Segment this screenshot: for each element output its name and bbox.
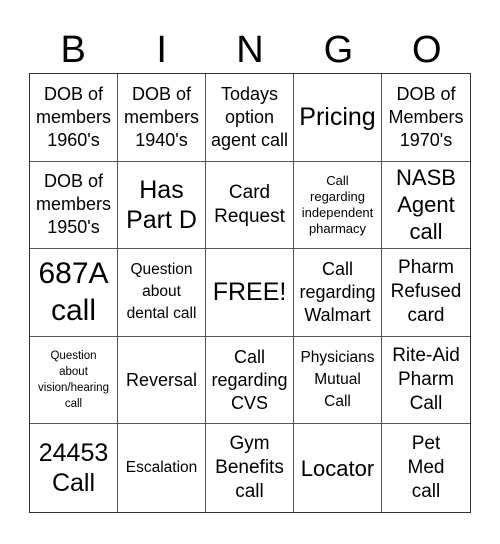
- bingo-cell-free[interactable]: FREE!: [206, 249, 294, 337]
- bingo-grid: DOB of members 1960's DOB of members 194…: [29, 73, 471, 513]
- bingo-cell[interactable]: DOB of members 1950's: [30, 161, 118, 250]
- bingo-cell[interactable]: 24453 Call: [30, 424, 118, 512]
- bingo-cell[interactable]: Call regarding independent pharmacy: [294, 161, 382, 250]
- bingo-cell[interactable]: DOB of members 1940's: [118, 74, 206, 162]
- bingo-cell[interactable]: Rite-Aid Pharm Call: [382, 337, 470, 425]
- bingo-cell[interactable]: Has Part D: [118, 161, 206, 250]
- bingo-cell[interactable]: Pet Med call: [382, 424, 470, 512]
- bingo-cell[interactable]: Todays option agent call: [206, 74, 294, 162]
- bingo-cell[interactable]: Gym Benefits call: [206, 424, 294, 512]
- bingo-cell[interactable]: Question about vision/hearing call: [30, 336, 118, 425]
- bingo-header: B I N G O: [29, 28, 471, 73]
- bingo-cell[interactable]: Reversal: [118, 336, 206, 425]
- bingo-cell[interactable]: Pharm Refused card: [382, 249, 470, 337]
- bingo-cell[interactable]: NASB Agent call: [382, 162, 470, 250]
- bingo-cell[interactable]: Escalation: [118, 424, 206, 512]
- bingo-cell[interactable]: Call regarding CVS: [206, 336, 294, 425]
- bingo-cell[interactable]: DOB of members 1960's: [30, 74, 118, 162]
- bingo-cell[interactable]: 687A call: [30, 249, 118, 337]
- bingo-cell[interactable]: DOB of Members 1970's: [382, 74, 470, 162]
- header-letter-o: O: [412, 29, 442, 71]
- bingo-cell[interactable]: Pricing: [294, 74, 382, 162]
- bingo-cell[interactable]: Locator: [294, 424, 382, 512]
- header-letter-n: N: [236, 29, 264, 71]
- bingo-cell[interactable]: Question about dental call: [118, 249, 206, 337]
- header-letter-b: B: [60, 29, 86, 71]
- header-letter-i: I: [156, 29, 167, 71]
- bingo-cell[interactable]: Physicians Mutual Call: [294, 336, 382, 425]
- bingo-cell[interactable]: Call regarding Walmart: [294, 249, 382, 337]
- header-letter-g: G: [323, 29, 354, 71]
- bingo-cell[interactable]: Card Request: [206, 161, 294, 250]
